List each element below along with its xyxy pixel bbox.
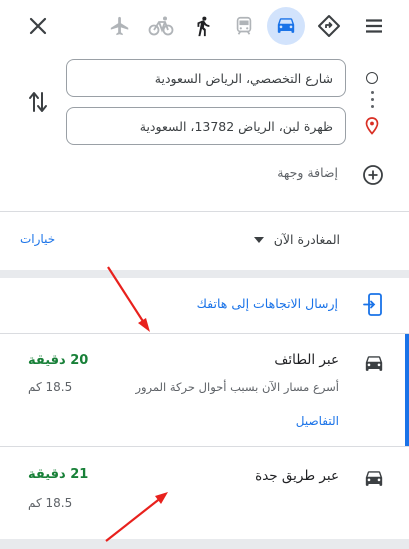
annotation-arrow-icon: [105, 492, 168, 542]
annotation-arrows: [105, 266, 168, 542]
annotation-arrow-icon: [107, 266, 150, 332]
